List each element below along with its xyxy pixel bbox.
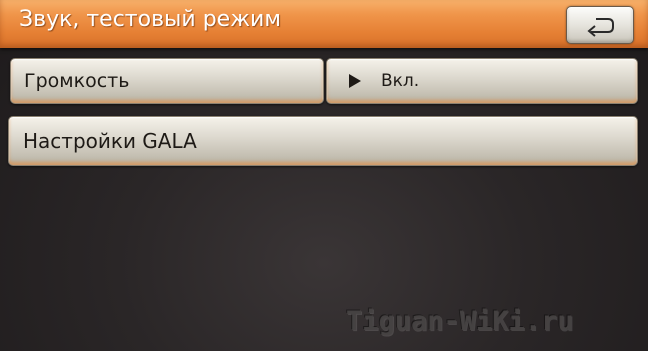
return-arrow-icon bbox=[587, 18, 614, 37]
gala-settings-button[interactable]: Настройки GALA bbox=[8, 116, 638, 166]
volume-label: Громкость bbox=[24, 70, 130, 92]
volume-value-button[interactable]: Вкл. bbox=[326, 58, 638, 104]
screen-title: Звук, тестовый режим bbox=[19, 7, 281, 32]
title-bar: Звук, тестовый режим bbox=[0, 0, 648, 48]
volume-value-label: Вкл. bbox=[381, 71, 420, 91]
back-button[interactable] bbox=[566, 6, 634, 44]
gala-settings-label: Настройки GALA bbox=[23, 129, 197, 153]
volume-button[interactable]: Громкость bbox=[10, 58, 324, 104]
play-triangle-icon bbox=[349, 74, 361, 88]
watermark: Tiguan-WiKi.ru bbox=[346, 306, 574, 337]
